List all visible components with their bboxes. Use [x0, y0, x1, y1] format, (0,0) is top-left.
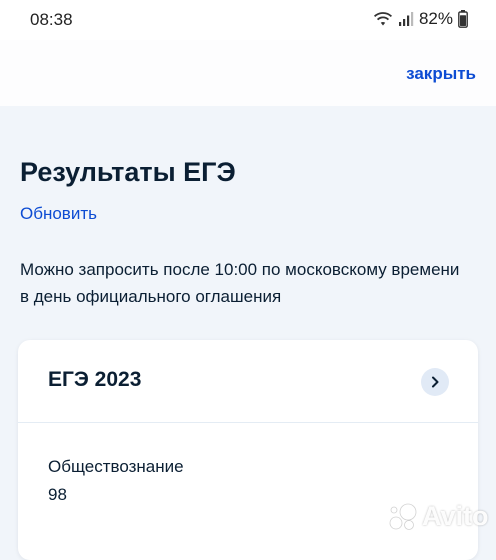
card-divider — [18, 422, 478, 423]
cellular-signal-icon — [398, 12, 414, 26]
exam-card-header[interactable]: ЕГЭ 2023 — [18, 340, 478, 422]
status-icons: 82% — [373, 9, 468, 29]
expand-button[interactable] — [421, 368, 449, 396]
subject-name: Обществознание — [48, 457, 184, 476]
info-text: Можно запросить после 10:00 по московско… — [20, 260, 460, 306]
chevron-right-icon — [432, 376, 439, 388]
exam-card-title: ЕГЭ 2023 — [48, 368, 142, 391]
page-title: Результаты ЕГЭ — [20, 157, 236, 187]
avito-watermark: Avito — [388, 501, 489, 532]
battery-icon — [458, 10, 468, 28]
avito-watermark-text: Avito — [422, 501, 489, 531]
status-bar: 08:38 82% — [0, 0, 496, 40]
avito-logo-icon — [389, 503, 417, 530]
modal-header: закрыть — [0, 40, 496, 106]
status-time: 08:38 — [30, 10, 73, 29]
close-button[interactable]: закрыть — [406, 64, 476, 84]
battery-percent: 82% — [418, 9, 453, 28]
refresh-link[interactable]: Обновить — [20, 204, 97, 224]
wifi-icon — [373, 12, 392, 26]
subject-score: 98 — [48, 485, 67, 504]
